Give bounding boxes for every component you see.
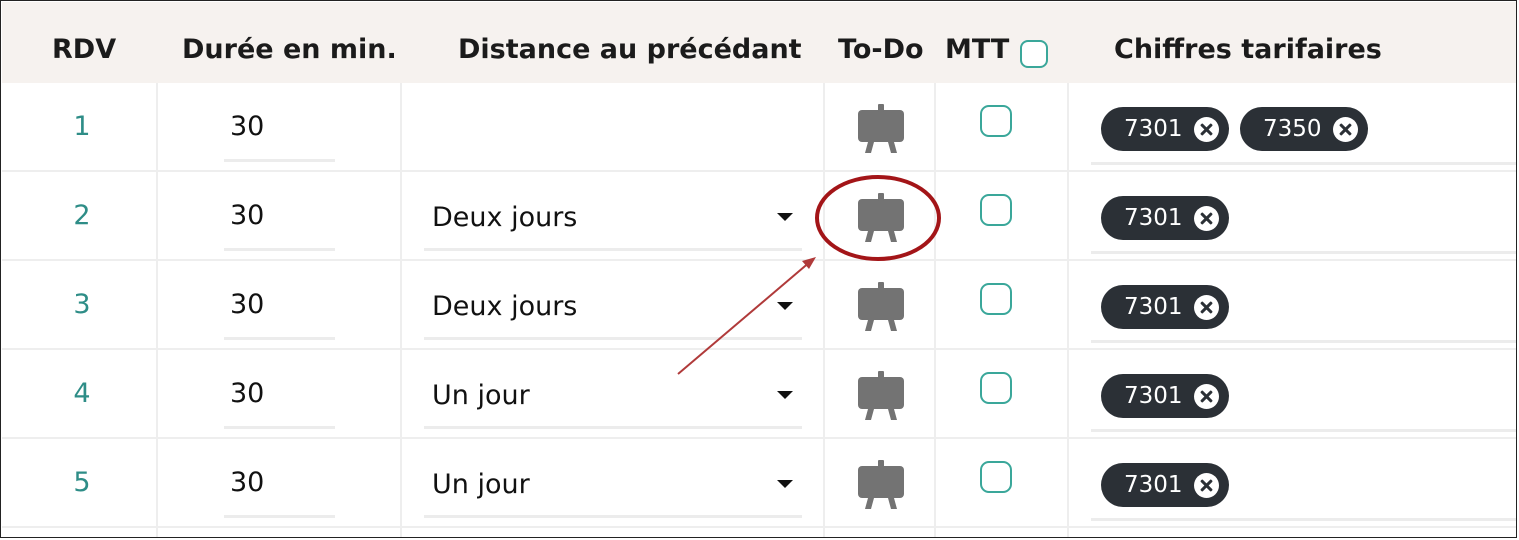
tariff-tag: 7301 <box>1101 463 1229 507</box>
close-circle-icon[interactable] <box>1194 206 1219 231</box>
appointments-table: RDV Durée en min. Distance au précédant … <box>0 0 1517 538</box>
table-header: RDV Durée en min. Distance au précédant … <box>2 2 1516 83</box>
duration-input[interactable]: 30 <box>224 439 335 518</box>
close-circle-icon[interactable] <box>1194 473 1219 498</box>
mtt-checkbox[interactable] <box>980 105 1012 137</box>
distance-select[interactable]: Deux jours <box>424 261 802 340</box>
header-rdv: RDV <box>52 34 117 65</box>
duration-value: 30 <box>230 200 265 231</box>
table-row: 3 30 Deux jours 7301 <box>2 261 1516 350</box>
tag-label: 7350 <box>1263 116 1322 142</box>
duration-value: 30 <box>230 378 265 409</box>
caret-down-icon <box>777 302 793 310</box>
header-chiffres: Chiffres tarifaires <box>1114 34 1382 65</box>
header-distance: Distance au précédant <box>458 34 802 65</box>
caret-down-icon <box>777 391 793 399</box>
tariff-tag: 7301 <box>1101 374 1229 418</box>
close-circle-icon[interactable] <box>1194 295 1219 320</box>
easel-icon[interactable] <box>857 104 905 154</box>
distance-value: Un jour <box>432 469 530 500</box>
tariff-tag: 7301 <box>1101 285 1229 329</box>
row-number: 2 <box>73 200 91 231</box>
close-circle-icon[interactable] <box>1194 384 1219 409</box>
tag-label: 7301 <box>1124 294 1183 320</box>
tariff-tag: 7301 <box>1101 196 1229 240</box>
mtt-checkbox[interactable] <box>980 461 1012 493</box>
mtt-select-all-checkbox[interactable] <box>1020 40 1048 68</box>
duration-input[interactable]: 30 <box>224 172 335 251</box>
distance-select[interactable]: Un jour <box>424 439 802 518</box>
header-duree: Durée en min. <box>182 34 397 65</box>
tag-label: 7301 <box>1124 383 1183 409</box>
duration-input[interactable]: 30 <box>224 83 335 162</box>
tag-field-underline <box>1091 251 1516 254</box>
table-row: 1 30 7301 7350 <box>2 83 1516 172</box>
easel-icon[interactable] <box>857 282 905 332</box>
table-row: 4 30 Un jour 7301 <box>2 350 1516 439</box>
close-circle-icon[interactable] <box>1194 117 1219 142</box>
distance-select[interactable]: Un jour <box>424 350 802 429</box>
table-row: 5 30 Un jour 7301 <box>2 439 1516 528</box>
duration-input[interactable]: 30 <box>224 350 335 429</box>
tag-label: 7301 <box>1124 116 1183 142</box>
distance-select[interactable]: Deux jours <box>424 172 802 251</box>
mtt-checkbox[interactable] <box>980 194 1012 226</box>
tag-label: 7301 <box>1124 472 1183 498</box>
tag-label: 7301 <box>1124 205 1183 231</box>
tag-field-underline <box>1091 429 1516 432</box>
table-row: 2 30 Deux jours 7301 <box>2 172 1516 261</box>
duration-input[interactable]: 30 <box>224 261 335 340</box>
duration-value: 30 <box>230 289 265 320</box>
tag-field-underline <box>1091 162 1516 165</box>
easel-icon[interactable] <box>857 193 905 243</box>
row-number: 5 <box>73 467 91 498</box>
row-number: 4 <box>73 378 91 409</box>
easel-icon[interactable] <box>857 371 905 421</box>
distance-value: Deux jours <box>432 291 578 322</box>
distance-value: Deux jours <box>432 202 578 233</box>
caret-down-icon <box>777 213 793 221</box>
tariff-tag: 7350 <box>1240 107 1368 151</box>
row-number: 3 <box>73 289 91 320</box>
header-mtt: MTT <box>945 34 1010 65</box>
tag-field-underline <box>1091 518 1516 521</box>
duration-value: 30 <box>230 467 265 498</box>
mtt-checkbox[interactable] <box>980 283 1012 315</box>
tag-field-underline <box>1091 340 1516 343</box>
caret-down-icon <box>777 480 793 488</box>
tariff-tag: 7301 <box>1101 107 1229 151</box>
row-number: 1 <box>73 111 91 142</box>
duration-value: 30 <box>230 111 265 142</box>
easel-icon[interactable] <box>857 460 905 510</box>
mtt-checkbox[interactable] <box>980 372 1012 404</box>
close-circle-icon[interactable] <box>1333 117 1358 142</box>
header-todo: To-Do <box>838 34 924 65</box>
distance-value: Un jour <box>432 380 530 411</box>
